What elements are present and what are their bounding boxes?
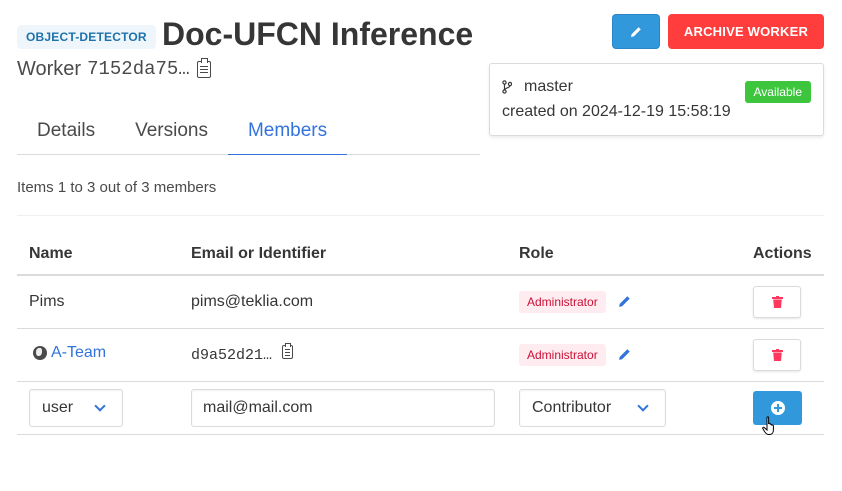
pointer-cursor-icon [762,416,774,435]
new-member-row: user mail@mail.com Contributor [17,381,824,435]
clipboard-icon[interactable] [282,343,294,359]
new-member-email-cell: mail@mail.com [179,381,507,435]
items-count: Items 1 to 3 out of 3 members [17,179,217,196]
worker-type-tag: OBJECT-DETECTOR [17,25,156,49]
table-row: A-Team d9a52d21… Administrator [17,328,824,382]
tab-details[interactable]: Details [17,107,115,155]
header-actions: Actions [741,234,824,276]
role-select-value: Contributor [532,398,612,416]
header-email: Email or Identifier [179,234,507,276]
member-role-cell: Administrator [507,275,741,329]
member-role-cell: Administrator [507,328,741,382]
worker-subtitle: Worker 7152da75… [17,57,211,81]
team-identifier: d9a52d21… [191,347,273,364]
trash-icon [771,295,783,308]
header-name: Name [17,234,179,276]
revision-card: master created on 2024-12-19 15:58:19 Av… [489,63,824,136]
tab-bar: Details Versions Members [17,107,480,155]
table-header-row: Name Email or Identifier Role Actions [17,234,824,276]
chevron-down-icon [94,399,106,412]
page-title: Doc-UFCN Inference [162,16,474,52]
team-name[interactable]: A-Team [51,344,106,362]
member-email: pims@teklia.com [179,275,507,329]
branch-name: master [524,78,573,95]
header-role: Role [507,234,741,276]
edit-icon [631,26,641,37]
tab-members[interactable]: Members [227,107,348,155]
edit-role-icon[interactable] [618,295,631,308]
email-input[interactable]: mail@mail.com [191,388,495,427]
globe-icon [33,346,47,360]
member-email: d9a52d21… [179,328,507,382]
status-badge: Available [744,81,811,103]
chevron-down-icon [637,399,649,412]
trash-icon [771,348,783,361]
member-name: Pims [17,275,179,329]
worker-id: 7152da75… [87,58,190,80]
tab-versions[interactable]: Versions [115,107,228,155]
new-member-role-cell: Contributor [507,381,741,435]
member-type-select[interactable]: user [29,388,123,427]
member-actions [741,275,824,329]
member-name: A-Team [17,328,179,382]
delete-member-button[interactable] [753,338,801,371]
role-tag: Administrator [519,290,606,313]
revision-created: created on 2024-12-19 15:58:19 [502,103,731,120]
role-select[interactable]: Contributor [519,388,666,427]
clipboard-icon[interactable] [196,57,211,78]
worker-label: Worker [17,58,82,80]
delete-member-button[interactable] [753,285,801,318]
new-member-actions [741,381,824,435]
branch-icon [502,80,512,94]
member-type-value: user [42,398,74,416]
team-link[interactable]: A-Team [29,344,106,362]
archive-worker-button[interactable]: ARCHIVE WORKER [668,14,824,49]
revision-branch: master [502,78,573,96]
member-actions [741,328,824,382]
plus-circle-icon [770,400,785,415]
new-member-type-cell: user [17,381,179,435]
table-row: Pims pims@teklia.com Administrator [17,275,824,329]
edit-role-icon[interactable] [618,348,631,361]
edit-worker-button[interactable] [612,14,660,49]
role-tag: Administrator [519,343,606,366]
divider [17,215,824,216]
members-table: Name Email or Identifier Role Actions Pi… [17,234,824,435]
